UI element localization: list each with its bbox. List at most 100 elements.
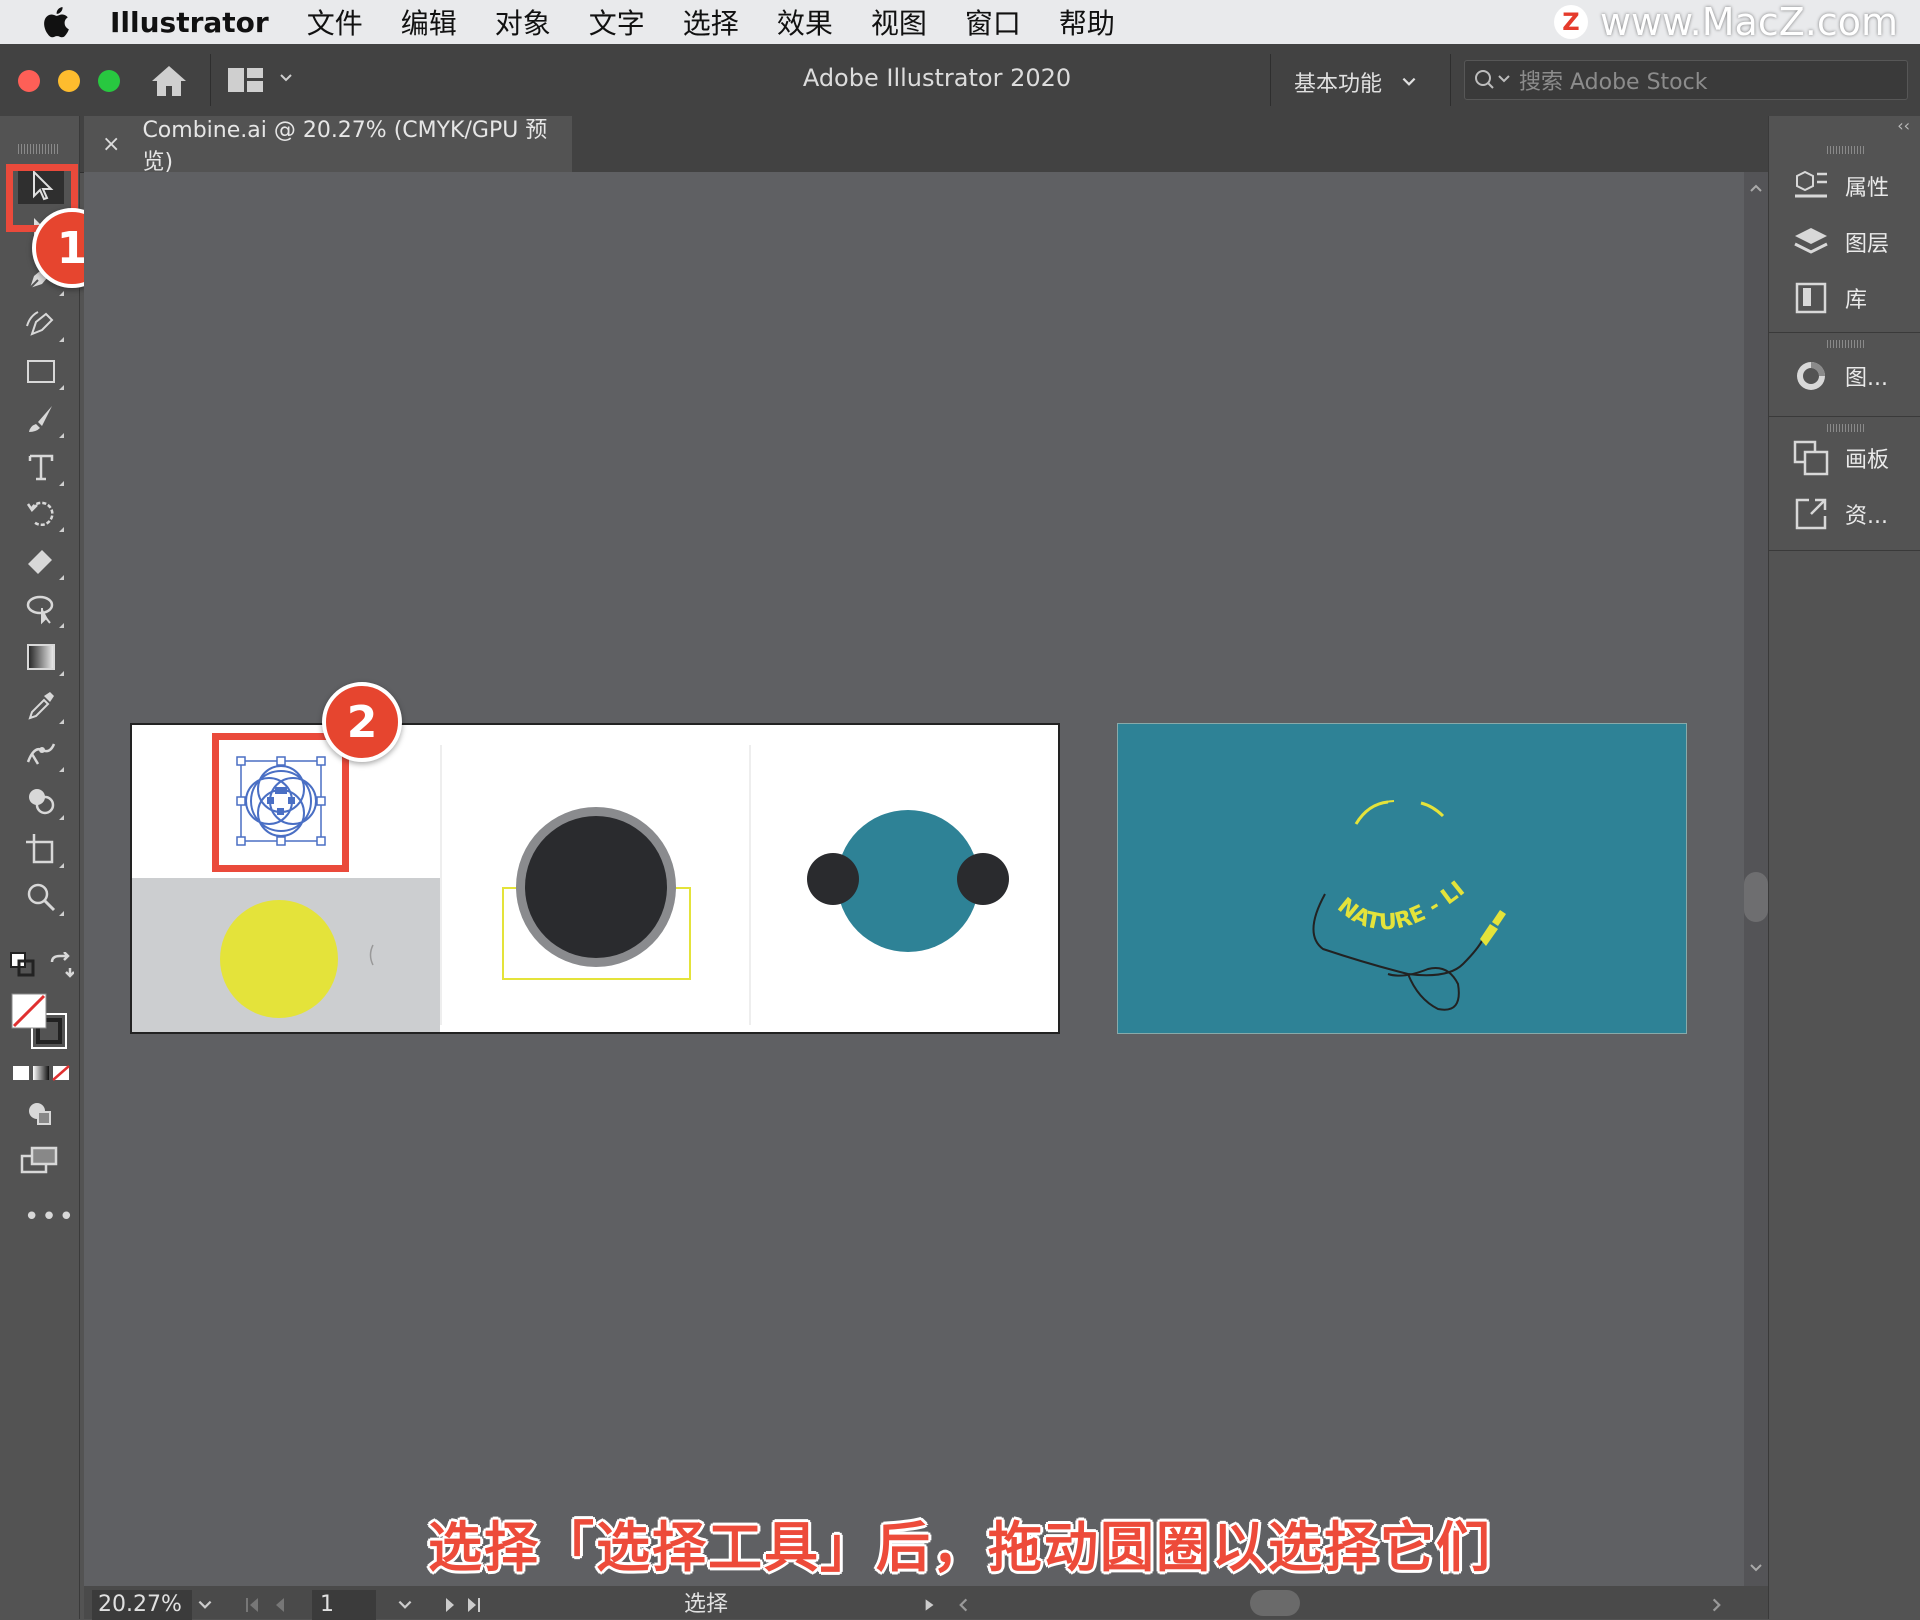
app-title-bar: Adobe Illustrator 2020 基本功能 搜索 Adobe Sto… [0, 44, 1920, 117]
tool-group-indicator [59, 433, 64, 438]
tool-group-indicator [59, 719, 64, 724]
puppet-warp-icon [26, 743, 56, 765]
first-previous-artboard-icons[interactable] [244, 1596, 304, 1614]
next-last-artboard-icons[interactable] [440, 1596, 500, 1614]
divider [1270, 54, 1271, 106]
watermark: Z www.MacZ.com [1553, 0, 1898, 44]
panel-color-guide[interactable]: 图... [1791, 356, 1888, 396]
gradient-tool[interactable] [18, 638, 64, 676]
menu-type[interactable]: 文字 [589, 2, 645, 42]
properties-icon [1795, 170, 1827, 198]
tool-group-indicator [59, 815, 64, 820]
panel-group-grip[interactable] [1827, 146, 1865, 154]
nature-live-text: NATURE - LIVE [1118, 724, 1470, 936]
edit-toolbar-button[interactable]: ••• [24, 1202, 76, 1232]
panel-layers[interactable]: 图层 [1791, 222, 1889, 262]
panel-separator [1769, 550, 1920, 551]
default-fill-stroke-icon[interactable] [10, 952, 36, 978]
panel-layers-label: 图层 [1845, 232, 1890, 257]
toolbar-grip[interactable] [18, 144, 58, 154]
panel-color-guide-label: 图... [1845, 366, 1888, 391]
panel-libraries-label: 库 [1845, 288, 1868, 313]
color-mode-icons[interactable] [12, 1064, 70, 1082]
paintbrush-icon [29, 406, 52, 432]
app-menu-illustrator[interactable]: Illustrator [110, 6, 269, 39]
panel-properties[interactable]: 属性 [1791, 166, 1889, 206]
artboard-dropdown-icon[interactable] [396, 1596, 414, 1614]
tool-group-indicator [59, 337, 64, 342]
asset-export-icon [1795, 498, 1827, 530]
lasso-tool[interactable] [18, 590, 64, 628]
tools-panel: ••• [0, 116, 80, 1619]
panel-artboards[interactable]: 画板 [1791, 438, 1889, 478]
zoom-level-field[interactable]: 20.27% [92, 1590, 192, 1620]
search-icon [1475, 70, 1510, 89]
panel-libraries[interactable]: 库 [1791, 278, 1867, 318]
artboard-number-field[interactable]: 1 [312, 1590, 376, 1620]
workspace-switcher[interactable]: 基本功能 [1294, 66, 1418, 98]
workspace-label: 基本功能 [1294, 72, 1383, 97]
rotate-tool[interactable] [18, 494, 64, 532]
menu-help[interactable]: 帮助 [1059, 2, 1115, 42]
type-tool[interactable] [18, 448, 64, 486]
paintbrush-tool[interactable] [18, 400, 64, 438]
scroll-up-icon[interactable] [1748, 180, 1764, 196]
nature-live-artwork: NATURE - LIVE [1118, 724, 1506, 1011]
menu-edit[interactable]: 编辑 [401, 2, 457, 42]
status-label[interactable]: 选择 [684, 1590, 728, 1620]
adobe-stock-search-input[interactable]: 搜索 Adobe Stock [1464, 60, 1908, 100]
fill-stroke-swatch-icon[interactable] [10, 992, 70, 1052]
menu-select[interactable]: 选择 [683, 2, 739, 42]
puppet-warp-tool[interactable] [18, 734, 64, 772]
tool-group-indicator [59, 911, 64, 916]
swap-fill-stroke-icon[interactable] [48, 952, 74, 978]
apple-logo-icon[interactable] [40, 4, 76, 40]
rectangle-tool[interactable] [18, 352, 64, 390]
dark-circle[interactable] [525, 816, 667, 958]
artboard-tool[interactable] [18, 830, 64, 868]
shape-builder-tool[interactable] [18, 782, 64, 820]
scroll-left-icon[interactable] [954, 1596, 972, 1614]
eyedropper-tool[interactable] [18, 686, 64, 724]
panel-properties-label: 属性 [1845, 176, 1890, 201]
curvature-tool[interactable] [18, 304, 64, 342]
vertical-scroll-thumb[interactable] [1744, 872, 1768, 922]
screen-mode-icon[interactable] [20, 1146, 60, 1176]
artboard-2[interactable]: NATURE - LIVE [1117, 723, 1687, 1034]
eyedropper-icon [28, 692, 54, 720]
eraser-tool[interactable] [18, 542, 64, 580]
zoom-dropdown-icon[interactable] [196, 1596, 214, 1614]
horizontal-scroll-thumb[interactable] [1250, 1590, 1300, 1616]
status-menu-arrow-icon[interactable] [920, 1596, 938, 1614]
panel-asset-export-label: 资... [1845, 504, 1888, 529]
panel-separator [1769, 416, 1920, 417]
right-panel-dock: ‹‹ 属性 图层 库 图... 画板 资... [1768, 116, 1920, 1619]
right-dot[interactable] [957, 853, 1009, 905]
close-tab-icon[interactable]: × [102, 132, 120, 157]
collapse-panels-icon[interactable]: ‹‹ [1897, 116, 1910, 135]
menu-window[interactable]: 窗口 [965, 2, 1021, 42]
chevron-down-icon [1402, 77, 1416, 86]
left-dot[interactable] [807, 853, 859, 905]
vertical-scrollbar[interactable] [1744, 172, 1768, 1586]
panel-group-grip[interactable] [1827, 340, 1865, 348]
menu-file[interactable]: 文件 [307, 2, 363, 42]
tutorial-caption: 选择「选择工具」后，拖动圆圈以选择它们 [428, 1516, 1492, 1579]
tool-group-indicator [59, 385, 64, 390]
zoom-tool[interactable] [18, 878, 64, 916]
macz-logo-icon: Z [1553, 5, 1588, 39]
panel-asset-export[interactable]: 资... [1791, 494, 1888, 534]
drawing-mode-icon[interactable] [26, 1100, 54, 1126]
status-bar: 20.27% 1 选择 [84, 1586, 1768, 1620]
type-icon [28, 454, 54, 481]
menu-effect[interactable]: 效果 [777, 2, 833, 42]
panel-group-grip[interactable] [1827, 424, 1865, 432]
scroll-right-icon[interactable] [1708, 1596, 1726, 1614]
menu-object[interactable]: 对象 [495, 2, 551, 42]
divider [1450, 54, 1451, 106]
yellow-circle[interactable] [220, 900, 338, 1018]
tool-group-indicator [59, 623, 64, 628]
menu-view[interactable]: 视图 [871, 2, 927, 42]
document-tab[interactable]: × Combine.ai @ 20.27% (CMYK/GPU 预览) [84, 116, 572, 175]
zoom-icon [27, 883, 56, 912]
